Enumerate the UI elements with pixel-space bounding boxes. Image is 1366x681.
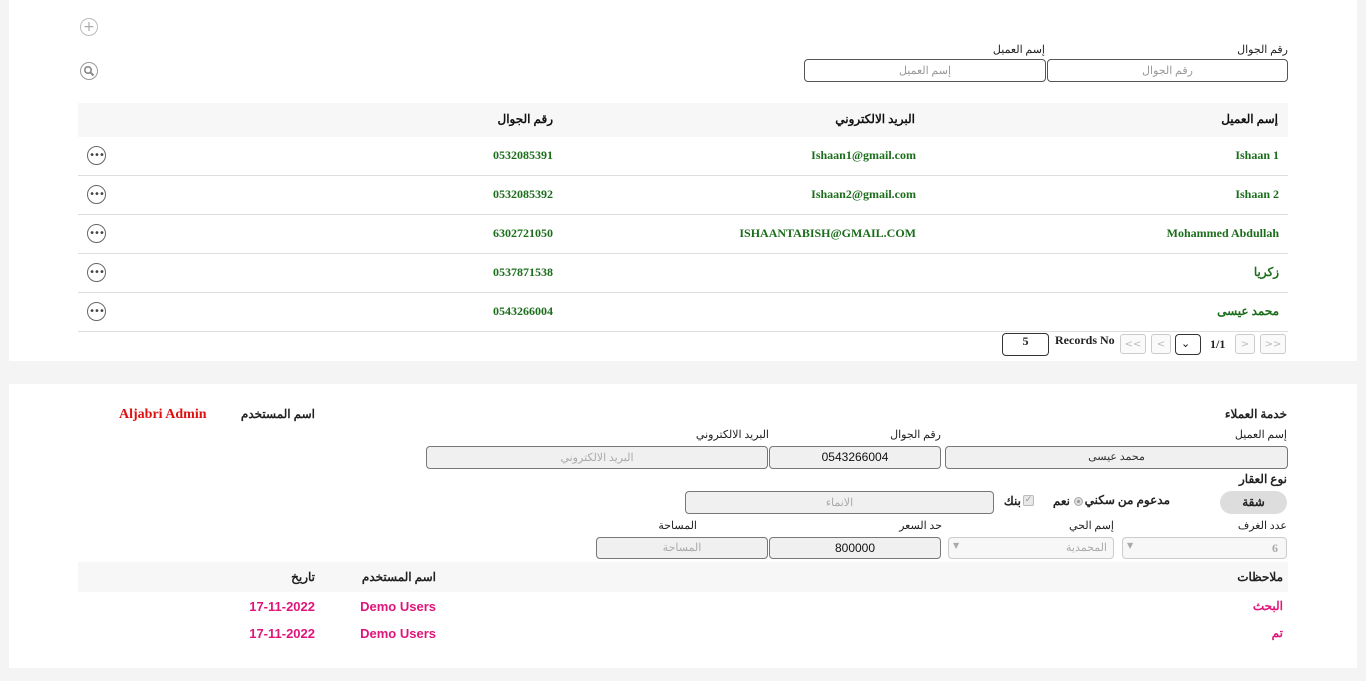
area-label: المساحة — [658, 520, 697, 532]
rooms-select[interactable]: ▼ 6 — [1122, 537, 1287, 559]
phone-field[interactable]: 0543266004 — [769, 446, 941, 469]
dropdown-arrow-icon: ▼ — [953, 541, 960, 550]
more-options-icon[interactable]: ••• — [87, 263, 106, 282]
district-select[interactable]: ▼ المحمدية — [948, 537, 1114, 559]
table-row[interactable]: محمد عيسى 0543266004 ••• — [78, 293, 1288, 332]
table-header — [78, 103, 1288, 137]
column-header-name[interactable]: إسم العميل — [1221, 112, 1278, 127]
dropdown-arrow-icon: ▼ — [1127, 541, 1134, 550]
phone-search-input[interactable] — [1047, 59, 1288, 82]
table-row[interactable]: Ishaan 2 Ishaan2@gmail.com 0532085392 ••… — [78, 176, 1288, 215]
note-user: Demo Users — [360, 599, 436, 614]
note-date: 17-11-2022 — [249, 626, 315, 641]
prev-page-button[interactable]: > — [1235, 334, 1255, 354]
first-page-button[interactable]: >> — [1260, 334, 1286, 354]
last-page-button[interactable]: << — [1120, 334, 1146, 354]
customer-name[interactable]: محمد عيسى — [1217, 304, 1279, 319]
customer-phone: 0532085392 — [493, 187, 553, 201]
rooms-value: 6 — [1272, 541, 1278, 555]
property-type-apartment-button[interactable]: شقة — [1220, 491, 1287, 514]
customer-name[interactable]: زكريا — [1254, 265, 1279, 280]
records-label: Records No — [1055, 333, 1115, 347]
more-options-icon[interactable]: ••• — [87, 224, 106, 243]
column-header-phone[interactable]: رقم الجوال — [497, 112, 553, 127]
user-value: Aljabri Admin — [119, 407, 207, 422]
construction-field[interactable] — [685, 491, 994, 514]
email-field[interactable] — [426, 446, 768, 469]
note-date: 17-11-2022 — [249, 599, 315, 614]
customer-name[interactable]: Ishaan 1 — [1235, 148, 1279, 163]
user-column-header: اسم المستخدم — [361, 570, 436, 584]
customer-email: ISHAANTABISH@GMAIL.COM — [739, 226, 916, 240]
more-options-icon[interactable]: ••• — [87, 302, 106, 321]
note-text: البحث — [1252, 599, 1283, 613]
customer-name[interactable]: Ishaan 2 — [1235, 187, 1279, 202]
user-label: اسم المستخدم — [240, 407, 315, 421]
housing-support-label: مدعوم من سكني — [1084, 493, 1170, 507]
table-row[interactable]: Ishaan 1 Ishaan1@gmail.com 0532085391 ••… — [78, 137, 1288, 176]
column-header-email[interactable]: البريد الالكتروني — [835, 112, 915, 127]
next-page-button[interactable]: < — [1151, 334, 1171, 354]
area-field[interactable] — [596, 537, 768, 559]
table-row[interactable]: Mohammed Abdullah ISHAANTABISH@GMAIL.COM… — [78, 215, 1288, 254]
yes-label: نعم — [1052, 494, 1070, 508]
date-column-header: تاريخ — [291, 570, 315, 584]
name-search-label: إسم العميل — [992, 44, 1045, 56]
more-options-icon[interactable]: ••• — [87, 146, 106, 165]
note-text: تم — [1271, 626, 1283, 640]
rooms-label: عدد الغرف — [1237, 520, 1287, 532]
customer-name[interactable]: Mohammed Abdullah — [1167, 226, 1279, 241]
customer-email: Ishaan2@gmail.com — [811, 187, 916, 201]
add-icon[interactable]: + — [80, 18, 98, 36]
customer-phone: 0543266004 — [493, 304, 553, 318]
district-label: إسم الحي — [1068, 520, 1114, 532]
bank-checkbox[interactable]: ✓ — [1023, 495, 1034, 506]
page-indicator: 1/1 — [1210, 337, 1226, 351]
price-label: حد السعر — [899, 520, 942, 532]
customer-name-label: إسم العميل — [1234, 429, 1287, 441]
district-value: المحمدية — [1066, 542, 1107, 554]
customer-name-field[interactable]: محمد عيسى — [945, 446, 1288, 469]
customer-email: Ishaan1@gmail.com — [811, 148, 916, 162]
customer-phone: 0537871538 — [493, 265, 553, 279]
notes-table-header — [78, 562, 1288, 592]
name-search-input[interactable] — [804, 59, 1046, 82]
note-user: Demo Users — [360, 626, 436, 641]
section-title: خدمة العملاء — [1224, 407, 1287, 421]
page-select[interactable]: ⌄ — [1175, 334, 1201, 355]
more-options-icon[interactable]: ••• — [87, 185, 106, 204]
housing-support-radio[interactable] — [1074, 497, 1083, 506]
property-type-label: نوع العقار — [1239, 472, 1287, 486]
email-label: البريد الالكتروني — [695, 429, 769, 441]
customer-phone: 6302721050 — [493, 226, 553, 240]
customer-phone: 0532085391 — [493, 148, 553, 162]
phone-label: رقم الجوال — [890, 429, 941, 441]
chevron-down-icon: ⌄ — [1181, 337, 1191, 350]
phone-search-label: رقم الجوال — [1237, 44, 1288, 56]
table-row[interactable]: زكريا 0537871538 ••• — [78, 254, 1288, 293]
search-icon[interactable] — [80, 62, 98, 80]
records-count-input[interactable]: 5 — [1002, 333, 1049, 356]
notes-column-header: ملاحظات — [1237, 570, 1283, 584]
price-field[interactable]: 800000 — [769, 537, 941, 559]
bank-label: بنك — [1003, 494, 1021, 508]
